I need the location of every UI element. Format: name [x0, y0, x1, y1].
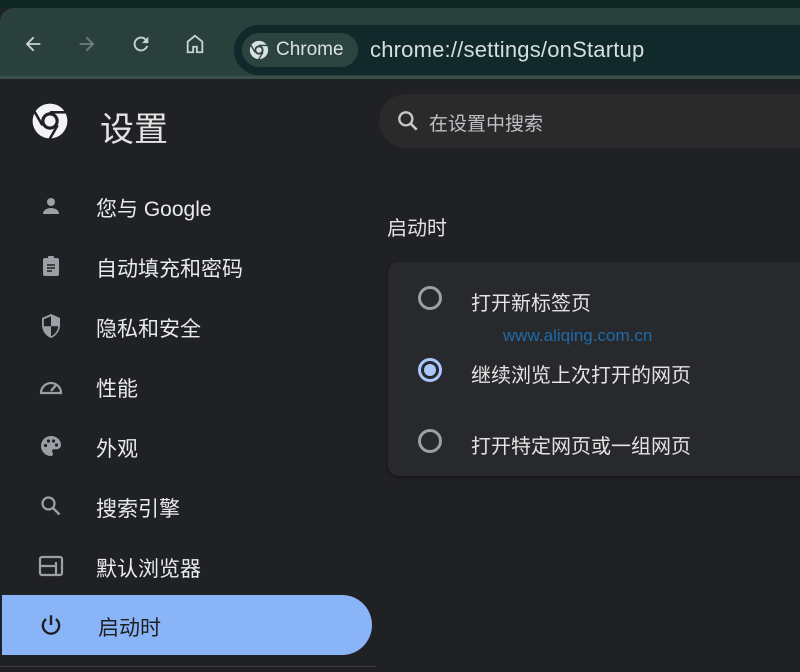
url-text[interactable]: chrome://settings/onStartup [370, 37, 644, 63]
search-icon [37, 492, 65, 520]
option-label: 打开特定网页或一组网页 [471, 436, 691, 458]
palette-icon [37, 432, 65, 460]
startup-options-card: 打开新标签页 继续浏览上次打开的网页 打开特定网页或一组网页 [388, 262, 800, 476]
sidebar-item-appearance[interactable]: 外观 [0, 416, 372, 476]
radio-button[interactable] [418, 286, 442, 310]
search-icon [398, 111, 418, 131]
startup-option-continue[interactable]: 继续浏览上次打开的网页 [388, 346, 800, 396]
sidebar-item-label: 性能 [96, 378, 138, 401]
sidebar-item-default-browser[interactable]: 默认浏览器 [0, 536, 372, 596]
browser-window-icon [37, 552, 65, 580]
home-button[interactable] [181, 30, 209, 58]
clipboard-icon [37, 252, 65, 280]
sidebar-item-label: 您与 Google [96, 198, 212, 221]
browser-toolbar: Chrome chrome://settings/onStartup [0, 8, 800, 78]
radio-button[interactable] [418, 429, 442, 453]
address-bar[interactable]: Chrome chrome://settings/onStartup [234, 25, 800, 75]
speedometer-icon [37, 372, 65, 400]
startup-option-new-tab[interactable]: 打开新标签页 [388, 274, 800, 324]
sidebar-divider [0, 666, 376, 667]
sidebar-item-on-startup[interactable]: 启动时 [2, 595, 372, 655]
chrome-logo-icon [32, 103, 68, 140]
forward-button[interactable] [73, 30, 101, 58]
sidebar-item-performance[interactable]: 性能 [0, 356, 372, 416]
sidebar-item-label: 搜索引擎 [96, 498, 180, 521]
power-icon [37, 611, 65, 639]
option-label: 打开新标签页 [471, 293, 591, 315]
home-icon [186, 34, 204, 54]
reload-button[interactable] [127, 30, 155, 58]
sidebar-item-privacy[interactable]: 隐私和安全 [0, 296, 372, 356]
sidebar-item-label: 隐私和安全 [96, 318, 201, 341]
reload-icon [133, 36, 149, 52]
sidebar-item-label: 自动填充和密码 [96, 258, 243, 281]
section-title: 启动时 [387, 218, 447, 240]
sidebar-item-search-engine[interactable]: 搜索引擎 [0, 476, 372, 536]
sidebar-item-autofill[interactable]: 自动填充和密码 [0, 236, 372, 296]
watermark-text: www.aliqing.com.cn [503, 326, 653, 345]
toolbar-divider [0, 76, 800, 79]
sidebar-item-label: 默认浏览器 [96, 558, 201, 581]
back-button[interactable] [19, 30, 47, 58]
settings-search-input[interactable]: 在设置中搜索 [379, 94, 800, 148]
sidebar-item-you-and-google[interactable]: 您与 Google [0, 176, 372, 236]
startup-option-specific-pages[interactable]: 打开特定网页或一组网页 [388, 417, 800, 467]
back-arrow-icon [25, 36, 41, 52]
site-info-chip[interactable]: Chrome [242, 33, 358, 67]
option-label: 继续浏览上次打开的网页 [471, 365, 691, 387]
chip-label: Chrome [276, 39, 344, 60]
person-icon [37, 192, 65, 220]
window-top-strip [0, 0, 800, 8]
radio-button-checked[interactable] [418, 358, 442, 382]
chrome-icon [249, 40, 269, 60]
forward-arrow-icon [79, 36, 95, 52]
sidebar-item-label: 外观 [96, 438, 138, 461]
shield-icon [37, 312, 65, 340]
sidebar-item-label: 启动时 [98, 617, 161, 640]
page-title: 设置 [100, 111, 168, 149]
search-placeholder: 在设置中搜索 [429, 114, 544, 135]
